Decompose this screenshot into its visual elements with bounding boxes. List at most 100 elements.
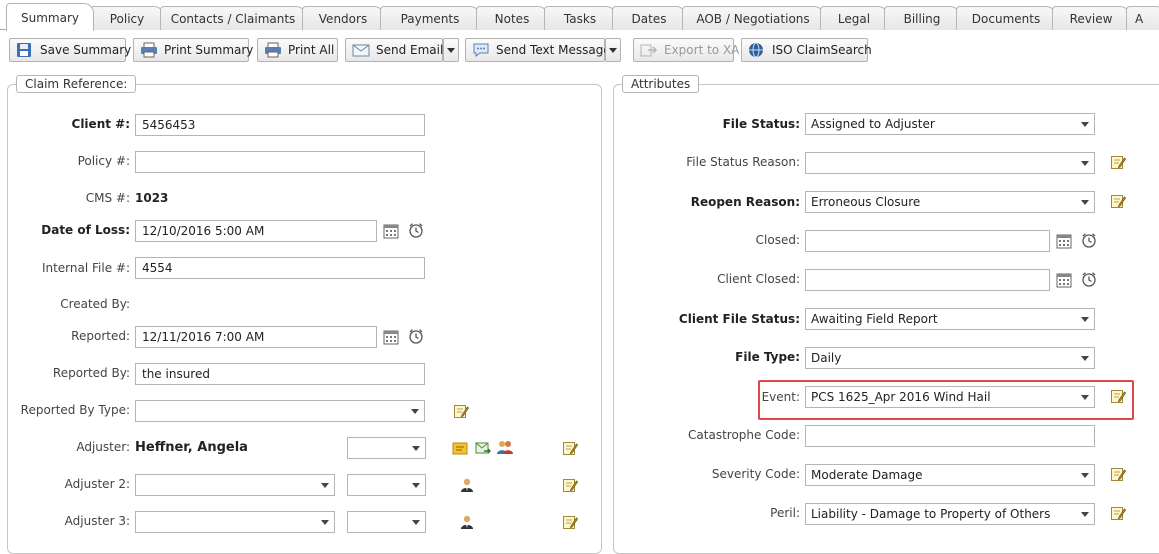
send-text-dropdown[interactable] [605, 38, 621, 62]
tab-billing[interactable]: Billing [884, 6, 960, 30]
client-file-status-label: Client File Status: [678, 312, 800, 326]
floppy-disk-icon [16, 42, 34, 58]
iso-claimsearch-button[interactable]: ISO ClaimSearch [741, 38, 872, 62]
calendar-icon[interactable] [1056, 272, 1072, 288]
policy-number-input[interactable] [135, 151, 425, 173]
file-status-select[interactable]: Assigned to Adjuster [805, 113, 1095, 135]
edit-note-icon[interactable] [1110, 466, 1127, 482]
tab-review[interactable]: Review [1052, 6, 1130, 30]
file-status-label: File Status: [722, 117, 800, 131]
edit-note-icon[interactable] [562, 477, 579, 493]
save-summary-button[interactable]: Save Summary [9, 38, 131, 62]
tab-contacts-claimants[interactable]: Contacts / Claimants [160, 6, 306, 30]
send-text-message-button[interactable]: Send Text Message [465, 38, 611, 62]
calendar-icon[interactable] [1056, 233, 1072, 249]
catastrophe-code-input[interactable] [805, 425, 1095, 447]
send-email-button[interactable]: Send Email [345, 38, 443, 62]
edit-note-icon[interactable] [1110, 154, 1127, 170]
chat-bubble-icon [472, 42, 490, 58]
reported-by-input[interactable] [135, 363, 425, 385]
claim-reference-legend: Claim Reference: [16, 75, 137, 93]
adjuster-2-select[interactable] [135, 474, 335, 496]
edit-note-icon[interactable] [562, 514, 579, 530]
chevron-down-icon [411, 408, 419, 414]
printer-icon [140, 42, 158, 58]
alarm-clock-icon[interactable] [1081, 271, 1097, 287]
calendar-icon[interactable] [383, 329, 399, 345]
print-summary-button[interactable]: Print Summary [133, 38, 253, 62]
edit-note-icon[interactable] [453, 403, 470, 419]
tab-legal[interactable]: Legal [820, 6, 888, 30]
tab-bar: Summary Policy Contacts / Claimants Vend… [0, 0, 1159, 31]
alarm-clock-icon[interactable] [408, 328, 424, 344]
attributes-legend: Attributes [622, 75, 700, 93]
adjuster-3-label: Adjuster 3: [64, 514, 130, 528]
file-type-label: File Type: [735, 350, 800, 364]
alarm-clock-icon[interactable] [408, 222, 424, 238]
tab-vendors[interactable]: Vendors [302, 6, 384, 30]
envelope-icon [352, 42, 370, 58]
chevron-down-icon [447, 47, 455, 53]
edit-note-icon[interactable] [1110, 388, 1127, 404]
chevron-down-icon [1081, 121, 1089, 127]
email-forward-icon[interactable] [475, 440, 492, 456]
file-type-select[interactable]: Daily [805, 347, 1095, 369]
reported-by-type-select[interactable] [135, 400, 425, 422]
chevron-down-icon [412, 482, 420, 488]
edit-note-icon[interactable] [562, 440, 579, 456]
chevron-down-icon [1081, 472, 1089, 478]
tab-policy[interactable]: Policy [90, 6, 164, 30]
client-file-status-select[interactable]: Awaiting Field Report [805, 308, 1095, 330]
reported-by-label: Reported By: [52, 366, 130, 380]
created-by-label: Created By: [60, 297, 130, 311]
chevron-down-icon [1081, 316, 1089, 322]
severity-code-select[interactable]: Moderate Damage [805, 464, 1095, 486]
tab-aob-negotiations[interactable]: AOB / Negotiations [682, 6, 824, 30]
adjuster-3-select[interactable] [135, 511, 335, 533]
adjuster-3-role-select[interactable] [347, 511, 426, 533]
sticky-note-icon[interactable] [452, 440, 468, 456]
tab-overflow[interactable]: A [1126, 6, 1159, 30]
file-status-reason-select[interactable] [805, 152, 1095, 174]
edit-note-icon[interactable] [1110, 505, 1127, 521]
client-number-label: Client #: [71, 117, 130, 131]
closed-date-input[interactable] [805, 230, 1050, 252]
cms-number-value: 1023 [135, 191, 169, 205]
calendar-icon[interactable] [383, 223, 399, 239]
file-status-reason-label: File Status Reason: [686, 155, 800, 169]
adjuster-label: Adjuster: [76, 440, 130, 454]
edit-note-icon[interactable] [1110, 193, 1127, 209]
tab-payments[interactable]: Payments [380, 6, 480, 30]
chevron-down-icon [321, 482, 329, 488]
alarm-clock-icon[interactable] [1081, 232, 1097, 248]
adjuster-2-role-select[interactable] [347, 474, 426, 496]
client-number-input[interactable] [135, 114, 425, 136]
person-icon[interactable] [459, 477, 475, 493]
print-all-button[interactable]: Print All [257, 38, 338, 62]
client-closed-label: Client Closed: [717, 272, 800, 286]
reported-by-type-label: Reported By Type: [20, 403, 130, 417]
adjuster-2-label: Adjuster 2: [64, 477, 130, 491]
chevron-down-icon [1081, 355, 1089, 361]
tab-documents[interactable]: Documents [956, 6, 1056, 30]
tab-summary[interactable]: Summary [6, 3, 94, 31]
reported-label: Reported: [71, 329, 130, 343]
users-icon[interactable] [496, 439, 513, 455]
tab-notes[interactable]: Notes [476, 6, 548, 30]
peril-label: Peril: [770, 506, 800, 520]
closed-label: Closed: [755, 233, 800, 247]
export-to-xa-button[interactable]: Export to XA [633, 38, 739, 62]
client-closed-date-input[interactable] [805, 269, 1050, 291]
adjuster-role-select[interactable] [347, 437, 426, 459]
reopen-reason-select[interactable]: Erroneous Closure [805, 191, 1095, 213]
send-email-dropdown[interactable] [443, 38, 459, 62]
peril-select[interactable]: Liability - Damage to Property of Others [805, 503, 1095, 525]
event-select[interactable]: PCS 1625_Apr 2016 Wind Hail [805, 386, 1095, 408]
tab-tasks[interactable]: Tasks [544, 6, 616, 30]
internal-file-input[interactable] [135, 257, 425, 279]
reported-date-input[interactable] [135, 326, 377, 348]
date-of-loss-input[interactable] [135, 220, 377, 242]
tab-dates[interactable]: Dates [612, 6, 686, 30]
chevron-down-icon [321, 519, 329, 525]
person-icon[interactable] [459, 514, 475, 530]
